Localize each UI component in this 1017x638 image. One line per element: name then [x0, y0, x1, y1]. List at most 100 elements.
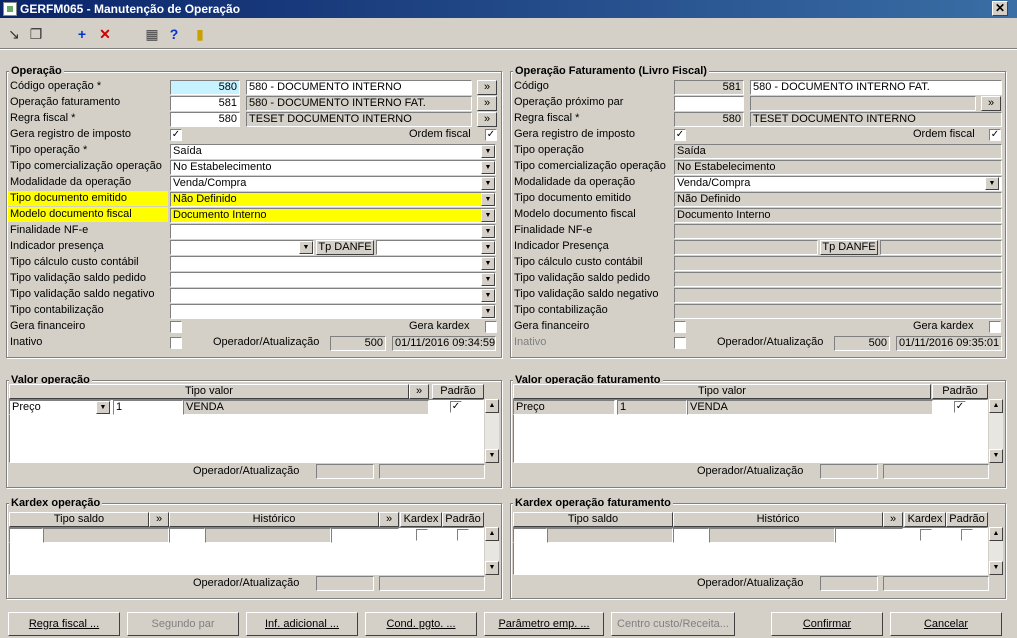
fat-tipo-saldo-input[interactable] — [513, 528, 547, 543]
kardex-scroll-down[interactable]: ▼ — [485, 561, 499, 575]
codigo-lookup-button[interactable]: » — [477, 80, 497, 95]
finalidade-nfe-arrow[interactable]: ▼ — [481, 225, 495, 238]
title-bar: GERFM065 - Manutenção de Operação — [0, 0, 1017, 18]
codigo-operacao-input[interactable]: 580 — [170, 80, 240, 95]
valor-num-field[interactable]: 1 — [113, 400, 183, 415]
fat-historico-lookup[interactable]: » — [883, 512, 903, 527]
fat-kardex-row-checkbox[interactable] — [920, 529, 932, 541]
valor-desc-field: VENDA — [183, 400, 429, 415]
calculator-icon[interactable]: ▦ — [142, 24, 162, 44]
operacao-faturamento-input[interactable]: 581 — [170, 96, 240, 111]
fat-gera-kardex-checkbox[interactable] — [989, 321, 1001, 333]
fat-tp-danfe-button[interactable]: Tp DANFE — [820, 240, 878, 255]
tipo-calculo-custo-select[interactable] — [170, 256, 496, 271]
operacao-proximo-par-input[interactable] — [674, 96, 744, 111]
kardex-scroll-up[interactable]: ▲ — [485, 527, 499, 541]
finalidade-nfe-select[interactable] — [170, 224, 496, 239]
inativo-checkbox[interactable] — [170, 337, 182, 349]
gera-financeiro-checkbox[interactable] — [170, 321, 182, 333]
parametro-emp-button[interactable]: Parâmetro emp. ... — [484, 612, 604, 636]
fat-kardex-scroll-down[interactable]: ▼ — [989, 561, 1003, 575]
faturamento-lookup-button[interactable]: » — [477, 96, 497, 111]
fat-modalidade-arrow[interactable]: ▼ — [985, 177, 999, 190]
historico-input[interactable] — [169, 528, 205, 543]
proximo-par-lookup-button[interactable]: » — [981, 96, 1001, 111]
tipo-saldo-input[interactable] — [9, 528, 43, 543]
tipo-validacao-pedido-arrow[interactable]: ▼ — [481, 273, 495, 286]
modelo-documento-select[interactable]: Documento Interno — [170, 208, 496, 223]
tipo-valor-lookup[interactable]: » — [409, 384, 429, 399]
tipo-operacao-select[interactable]: Saída — [170, 144, 496, 159]
right-label-7: Tipo documento emitido — [514, 192, 631, 204]
tipo-documento-select[interactable]: Não Definido — [170, 192, 496, 207]
tipo-documento-arrow[interactable]: ▼ — [481, 193, 495, 206]
kardex-row-checkbox[interactable] — [416, 529, 428, 541]
window-title: GERFM065 - Manutenção de Operação — [20, 2, 241, 16]
help-icon[interactable]: ? — [164, 24, 184, 44]
fat-valor-padrao-checkbox[interactable]: ✓ — [954, 401, 966, 413]
tipo-saldo-lookup[interactable]: » — [149, 512, 169, 527]
indicador-presenca-arrow[interactable]: ▼ — [299, 241, 313, 254]
kardex-padrao-checkbox[interactable] — [457, 529, 469, 541]
fat-padrao-header: Padrão — [932, 384, 988, 399]
fat-kardex-atualizacao-field — [883, 576, 989, 591]
delete-icon[interactable]: ✕ — [95, 24, 115, 44]
fat-historico-extra[interactable] — [835, 528, 903, 543]
fat-gera-registro-checkbox[interactable]: ✓ — [674, 129, 686, 141]
valor-scroll-down[interactable]: ▼ — [485, 449, 499, 463]
add-icon[interactable]: + — [72, 24, 92, 44]
tipo-contabilizacao-select[interactable] — [170, 304, 496, 319]
fat-valor-scroll-up[interactable]: ▲ — [989, 399, 1003, 413]
tipo-valor-arrow[interactable]: ▼ — [96, 401, 110, 414]
fat-gera-financeiro-checkbox[interactable] — [674, 321, 686, 333]
tipo-validacao-negativo-select[interactable] — [170, 288, 496, 303]
cancelar-button[interactable]: Cancelar — [890, 612, 1002, 636]
tipo-validacao-pedido-select[interactable] — [170, 272, 496, 287]
tipo-comercializacao-arrow[interactable]: ▼ — [481, 161, 495, 174]
confirmar-button[interactable]: Confirmar — [771, 612, 883, 636]
fat-modalidade-select[interactable]: Venda/Compra — [674, 176, 1002, 191]
tp-danfe-arrow[interactable]: ▼ — [481, 241, 495, 254]
valor-padrao-checkbox[interactable]: ✓ — [450, 401, 462, 413]
tp-danfe-button[interactable]: Tp DANFE — [316, 240, 374, 255]
gera-registro-imposto-checkbox[interactable]: ✓ — [170, 129, 182, 141]
modalidade-arrow[interactable]: ▼ — [481, 177, 495, 190]
modelo-documento-arrow[interactable]: ▼ — [481, 209, 495, 222]
tipo-contabilizacao-arrow[interactable]: ▼ — [481, 305, 495, 318]
modalidade-select[interactable]: Venda/Compra — [170, 176, 496, 191]
left-label-5: Tipo comercialização operação — [10, 160, 162, 172]
exit-icon[interactable]: ▮ — [190, 24, 210, 44]
ordem-fiscal-checkbox[interactable]: ✓ — [485, 129, 497, 141]
valor-operador-label: Operador/Atualização — [193, 465, 300, 477]
gera-kardex-checkbox[interactable] — [485, 321, 497, 333]
fat-kardex-operador-label: Operador/Atualização — [697, 577, 804, 589]
fat-inativo-checkbox[interactable] — [674, 337, 686, 349]
regra-fiscal-input[interactable]: 580 — [170, 112, 240, 127]
fat-kardex-padrao-checkbox[interactable] — [961, 529, 973, 541]
tipo-operacao-arrow[interactable]: ▼ — [481, 145, 495, 158]
fat-historico-input[interactable] — [673, 528, 709, 543]
fat-kardex-scroll-up[interactable]: ▲ — [989, 527, 1003, 541]
valor-scroll-up[interactable]: ▲ — [485, 399, 499, 413]
fat-codigo-field: 581 — [674, 80, 744, 95]
tipo-calculo-custo-arrow[interactable]: ▼ — [481, 257, 495, 270]
cond-pgto-button[interactable]: Cond. pgto. ... — [365, 612, 477, 636]
segundo-par-button[interactable]: Segundo par — [127, 612, 239, 636]
regra-lookup-button[interactable]: » — [477, 112, 497, 127]
historico-lookup[interactable]: » — [379, 512, 399, 527]
close-button[interactable]: ✕ — [992, 1, 1008, 16]
tipo-comercializacao-select[interactable]: No Estabelecimento — [170, 160, 496, 175]
fat-valor-scroll-down[interactable]: ▼ — [989, 449, 1003, 463]
left-label-11: Tipo cálculo custo contábil — [10, 256, 139, 268]
regra-fiscal-button[interactable]: Regra fiscal ... — [8, 612, 120, 636]
inf-adicional-button[interactable]: Inf. adicional ... — [246, 612, 358, 636]
indicador-presenca-select[interactable] — [170, 240, 314, 255]
copy-icon[interactable]: ❐ — [26, 24, 46, 44]
left-label-10: Indicador presença — [10, 240, 104, 252]
tp-danfe-field[interactable] — [376, 240, 496, 255]
centro-custo-button[interactable]: Centro custo/Receita... — [611, 612, 735, 636]
navigate-icon[interactable]: ↘ — [4, 24, 24, 44]
historico-extra[interactable] — [331, 528, 399, 543]
fat-ordem-fiscal-checkbox[interactable]: ✓ — [989, 129, 1001, 141]
tipo-validacao-negativo-arrow[interactable]: ▼ — [481, 289, 495, 302]
